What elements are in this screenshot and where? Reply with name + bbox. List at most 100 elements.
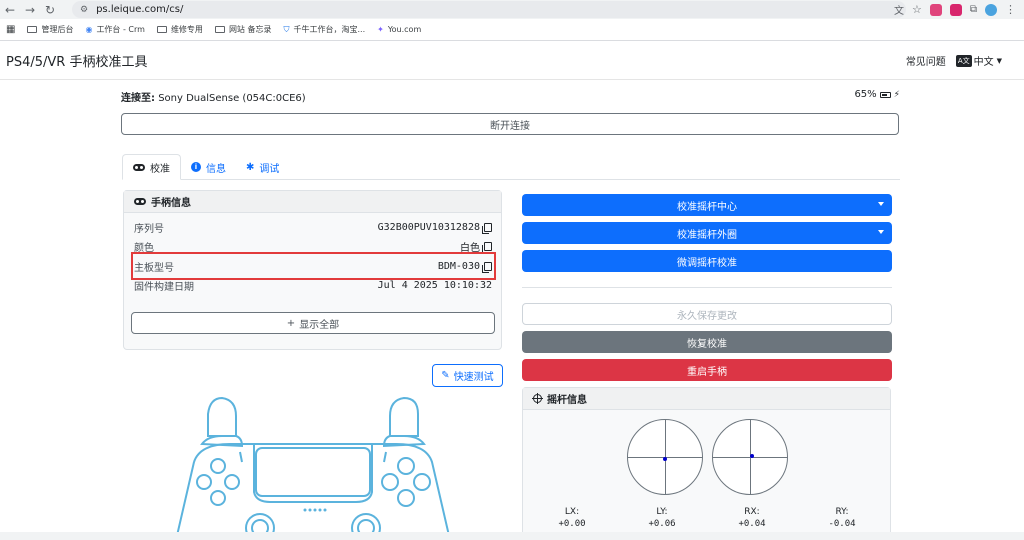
url-text: ps.leique.com/cs/ [96,4,184,15]
caret-down-icon [878,230,884,234]
card-title: 手柄信息 [151,198,191,209]
axis-ry: RY: -0.04 [812,507,872,529]
battery-icon [879,91,891,98]
page-title: PS4/5/VR 手柄校准工具 [6,55,148,70]
dpad-left [196,474,212,490]
device-name: Sony DualSense (054C:0CE6) [158,93,306,104]
disconnect-button[interactable]: 断开连接 [121,113,899,135]
plus-icon: + [286,317,296,329]
quick-test-label: 快速测试 [453,372,494,383]
caret-down-icon [878,202,884,206]
axis-label: LX: [564,507,580,517]
browser-toolbar: ← → ↻ ⚙ ps.leique.com/cs/ 文 ☆ ⧉ ⋮ [0,0,1024,19]
bookmark-item[interactable]: ⛉ 千牛工作台，淘宝... [283,24,365,35]
gamepad-icon [133,163,145,171]
bookmark-item[interactable]: 维修专用 [156,24,203,35]
battery-percent: 65% [854,89,877,100]
bug-icon: ✱ [246,161,255,173]
create-button [239,451,243,463]
face-button [397,457,415,475]
tab-info[interactable]: i 信息 [181,154,236,180]
face-button [413,473,431,491]
show-all-button[interactable]: + 显示全部 [131,312,495,334]
axis-label: RX: [744,507,760,517]
tab-label: 调试 [259,163,280,175]
axis-value: +0.00 [558,519,586,529]
left-stick-position [663,457,667,461]
profile-icon[interactable] [985,3,997,16]
dpad-down [210,490,226,506]
bookmark-item[interactable]: ◉ 工作台 - Crm [85,24,144,35]
apps-icon[interactable]: ▦ [6,24,15,35]
restore-calibration-button[interactable]: 恢复校准 [522,331,892,353]
reload-icon[interactable]: ↻ [40,3,60,17]
left-trigger [207,396,237,437]
translate-icon: A文 [955,54,972,67]
save-permanent-button[interactable]: 永久保存更改 [522,303,892,325]
charging-icon: ⚡ [893,89,900,100]
menu-icon[interactable]: ⋮ [1005,3,1016,16]
right-stick-visualizer [712,419,788,495]
battery-status: 65% ⚡ [854,89,900,100]
dpad-right [224,474,240,490]
calibrate-center-button[interactable]: 校准摇杆中心 [522,194,892,216]
card-header: 摇杆信息 [523,388,890,410]
faq-link[interactable]: 常见问题 [906,53,946,68]
copy-icon[interactable] [482,242,492,253]
site-info-icon[interactable]: ⚙ [80,5,88,15]
tab-debug[interactable]: ✱ 调试 [236,154,289,180]
options-button [383,451,387,463]
info-key: 序列号 [134,224,164,235]
face-button [381,473,399,491]
show-all-label: 显示全部 [299,319,340,331]
star-icon[interactable]: ☆ [912,3,922,16]
puzzle-icon[interactable]: ⧉ [970,4,977,15]
translate-icon[interactable]: 文 [894,2,904,17]
controller-illustration [175,396,451,540]
fine-tune-button[interactable]: 微调摇杆校准 [522,250,892,272]
info-row-serial: 序列号 G32B00PUV10312828 [134,219,492,236]
info-value: Jul 4 2025 10:10:32 [377,280,492,291]
info-icon: i [191,162,201,172]
globe-icon: ◉ [85,25,93,34]
controller-info-card: 手柄信息 序列号 G32B00PUV10312828 颜色 白色 主板型号 BD… [123,190,502,350]
tab-label: 信息 [206,163,226,175]
language-label: 中文 [973,57,994,68]
calibrate-range-button[interactable]: 校准摇杆外圈 [522,222,892,244]
info-key: 固件构建日期 [134,282,194,293]
bookmark-item[interactable]: ✦ You.com [377,25,421,34]
connection-label: 连接至: [121,93,155,104]
shield-icon: ⛉ [283,24,290,34]
right-stick-position [750,454,754,458]
you-icon: ✦ [377,25,384,34]
language-selector[interactable]: A文 中文 ▼ [955,53,1002,68]
extension-icon[interactable] [929,3,942,16]
bottom-strip [0,532,1024,540]
tab-calibrate[interactable]: 校准 [122,154,181,180]
axis-value: +0.04 [738,519,766,529]
pencil-icon: ✎ [441,370,450,381]
card-title: 摇杆信息 [547,395,587,406]
right-trigger [389,396,419,437]
axis-value: +0.06 [648,519,676,529]
extension-icon[interactable] [949,3,962,16]
copy-icon[interactable] [482,223,492,234]
axis-rx: RX: +0.04 [722,507,782,529]
axis-label: RY: [835,507,849,517]
tab-label: 校准 [150,163,170,175]
gamepad-icon [134,198,146,205]
quick-test-button[interactable]: ✎ 快速测试 [432,364,503,387]
dpad-up [210,458,226,474]
tab-bar: 校准 i 信息 ✱ 调试 [122,154,900,180]
reboot-controller-button[interactable]: 重启手柄 [522,359,892,381]
bookmark-item[interactable]: 管理后台 [27,24,73,35]
chevron-down-icon: ▼ [996,56,1002,65]
app-header: PS4/5/VR 手柄校准工具 常见问题 A文 中文 ▼ [0,42,1024,80]
bookmark-item[interactable]: 网站 备忘录 [214,24,271,35]
card-header: 手柄信息 [124,191,501,213]
back-icon[interactable]: ← [0,3,20,17]
forward-icon[interactable]: → [20,3,40,17]
address-bar[interactable]: ⚙ ps.leique.com/cs/ [72,1,906,18]
axis-ly: LY: +0.06 [632,507,692,529]
folder-icon [214,26,225,33]
